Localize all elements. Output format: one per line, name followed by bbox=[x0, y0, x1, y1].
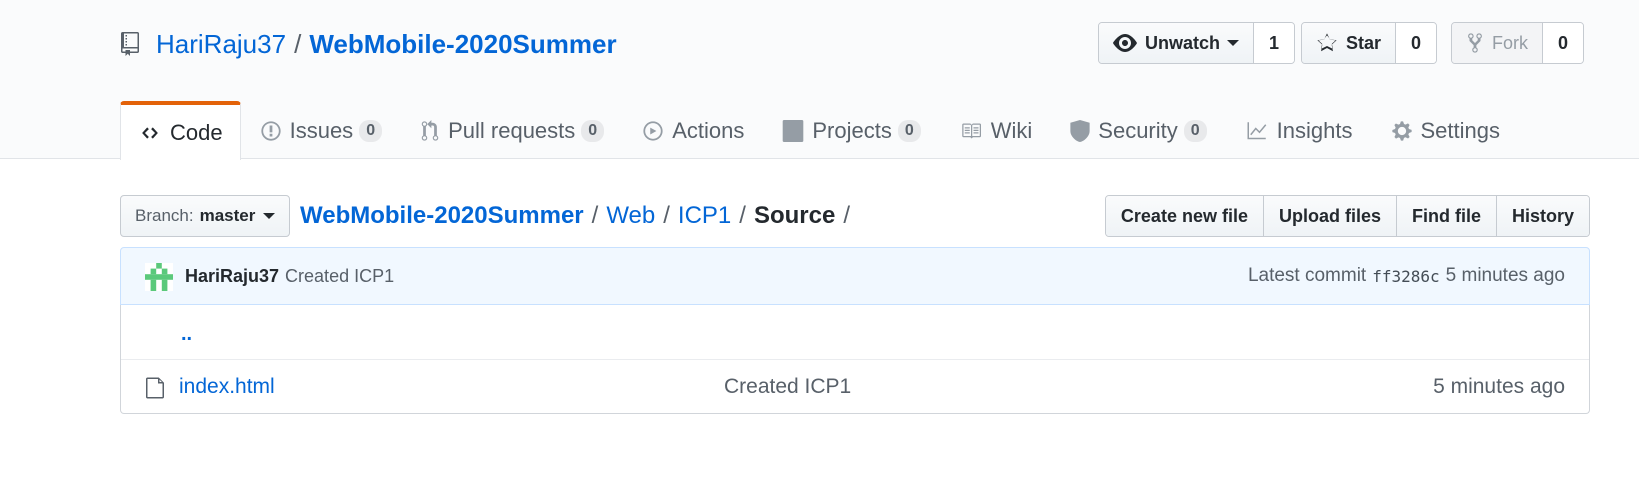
breadcrumb-separator: / bbox=[663, 202, 670, 229]
repo-title-separator: / bbox=[294, 28, 302, 59]
star-group: Star 0 bbox=[1301, 22, 1438, 64]
star-button[interactable]: Star bbox=[1302, 23, 1397, 63]
fork-button[interactable]: Fork bbox=[1452, 23, 1543, 63]
tab-settings-label: Settings bbox=[1420, 117, 1501, 143]
tab-code-label: Code bbox=[170, 119, 223, 145]
star-count[interactable]: 0 bbox=[1396, 23, 1437, 63]
breadcrumb-separator: / bbox=[591, 202, 599, 229]
tab-actions[interactable]: Actions bbox=[623, 102, 763, 159]
eye-icon bbox=[1113, 34, 1137, 52]
breadcrumb: WebMobile-2020Summer / Web / ICP1 / Sour… bbox=[300, 195, 858, 237]
watch-group: Unwatch 1 bbox=[1098, 22, 1296, 64]
unwatch-button[interactable]: Unwatch bbox=[1099, 23, 1255, 63]
issue-icon bbox=[260, 120, 281, 141]
latest-commit-bar: HariRaju37 Created ICP1 Latest commit ff… bbox=[120, 247, 1590, 305]
branch-name: master bbox=[199, 206, 256, 225]
pull-request-icon bbox=[421, 119, 439, 141]
table-row: index.html Created ICP1 5 minutes ago bbox=[121, 359, 1589, 413]
repo-name-link[interactable]: WebMobile-2020Summer bbox=[309, 29, 616, 60]
file-icon bbox=[145, 376, 165, 405]
avatar[interactable] bbox=[145, 263, 173, 291]
breadcrumb-separator: / bbox=[739, 202, 746, 229]
breadcrumb-icp1-link[interactable]: ICP1 bbox=[678, 202, 731, 230]
fork-count[interactable]: 0 bbox=[1543, 23, 1583, 63]
repo-icon bbox=[120, 31, 142, 57]
tab-security-label: Security bbox=[1098, 117, 1178, 143]
tab-wiki[interactable]: Wiki bbox=[940, 102, 1052, 159]
latest-commit-info: Latest commit ff3286c 5 minutes ago bbox=[1248, 248, 1565, 304]
tab-projects-label: Projects bbox=[812, 117, 892, 143]
file-age: 5 minutes ago bbox=[1433, 374, 1565, 398]
tab-pull-requests-label: Pull requests bbox=[448, 117, 576, 143]
book-icon bbox=[961, 123, 981, 138]
graph-icon bbox=[1247, 121, 1266, 139]
tab-issues-label: Issues bbox=[289, 117, 354, 143]
play-icon bbox=[643, 120, 663, 141]
tab-security[interactable]: Security 0 bbox=[1051, 102, 1225, 159]
repo-owner-link[interactable]: HariRaju37 bbox=[156, 29, 286, 60]
branch-prefix: Branch: bbox=[135, 206, 194, 225]
breadcrumb-current: Source bbox=[753, 202, 836, 229]
create-new-file-button[interactable]: Create new file bbox=[1105, 196, 1264, 236]
tab-insights[interactable]: Insights bbox=[1226, 102, 1372, 159]
issues-counter: 0 bbox=[359, 119, 383, 142]
star-label: Star bbox=[1346, 32, 1382, 53]
commit-author-info: HariRaju37 Created ICP1 bbox=[185, 248, 394, 304]
breadcrumb-web-link[interactable]: Web bbox=[606, 202, 655, 230]
fork-group: Fork 0 bbox=[1451, 22, 1584, 64]
file-name-link[interactable]: index.html bbox=[179, 375, 275, 399]
star-icon bbox=[1317, 33, 1337, 52]
shield-icon bbox=[1070, 119, 1090, 142]
pull-requests-counter: 0 bbox=[581, 119, 605, 142]
breadcrumb-root-link[interactable]: WebMobile-2020Summer bbox=[300, 202, 584, 230]
security-counter: 0 bbox=[1183, 119, 1207, 142]
watch-count[interactable]: 1 bbox=[1254, 23, 1295, 63]
tab-code[interactable]: Code bbox=[120, 101, 241, 160]
file-navigation: Branch: master WebMobile-2020Summer / We… bbox=[120, 195, 1590, 237]
find-file-button[interactable]: Find file bbox=[1396, 196, 1497, 236]
chevron-down-icon bbox=[263, 213, 276, 219]
fork-label: Fork bbox=[1492, 32, 1528, 53]
projects-counter: 0 bbox=[897, 119, 921, 142]
repo-nav-tabs: Code Issues 0 Pull requests 0 Actions Pr… bbox=[120, 99, 1520, 160]
code-icon bbox=[142, 126, 158, 139]
commit-author-link[interactable]: HariRaju37 bbox=[185, 266, 279, 287]
history-button[interactable]: History bbox=[1496, 196, 1589, 236]
chevron-down-icon bbox=[1227, 40, 1240, 46]
file-actions-group: Create new file Upload files Find file H… bbox=[1104, 195, 1590, 237]
repo-title: HariRaju37 / WebMobile-2020Summer bbox=[120, 26, 617, 62]
gear-icon bbox=[1391, 120, 1412, 141]
tab-actions-label: Actions bbox=[672, 117, 745, 143]
file-list: .. index.html Created ICP1 5 minutes ago bbox=[120, 305, 1590, 414]
unwatch-label: Unwatch bbox=[1145, 32, 1221, 53]
commit-sha-link[interactable]: ff3286c bbox=[1372, 267, 1439, 286]
commit-age: 5 minutes ago bbox=[1445, 265, 1565, 286]
tab-settings[interactable]: Settings bbox=[1372, 102, 1520, 159]
breadcrumb-separator: / bbox=[843, 202, 850, 229]
tab-insights-label: Insights bbox=[1276, 117, 1353, 143]
branch-select-button[interactable]: Branch: master bbox=[120, 195, 291, 237]
fork-icon bbox=[1468, 33, 1482, 53]
file-commit-message-link[interactable]: Created ICP1 bbox=[724, 375, 851, 399]
latest-commit-label: Latest commit bbox=[1247, 265, 1367, 286]
upload-files-button[interactable]: Upload files bbox=[1263, 196, 1397, 236]
repo-header: HariRaju37 / WebMobile-2020Summer Unwatc… bbox=[0, 0, 1639, 160]
tab-issues[interactable]: Issues 0 bbox=[241, 102, 402, 159]
project-icon bbox=[783, 119, 804, 142]
tab-projects[interactable]: Projects 0 bbox=[763, 102, 939, 159]
tab-pull-requests[interactable]: Pull requests 0 bbox=[401, 102, 623, 159]
tab-wiki-label: Wiki bbox=[990, 117, 1033, 143]
parent-directory-link[interactable]: .. bbox=[181, 323, 192, 346]
list-item: .. bbox=[121, 305, 1589, 359]
commit-message-link[interactable]: Created ICP1 bbox=[285, 266, 394, 287]
